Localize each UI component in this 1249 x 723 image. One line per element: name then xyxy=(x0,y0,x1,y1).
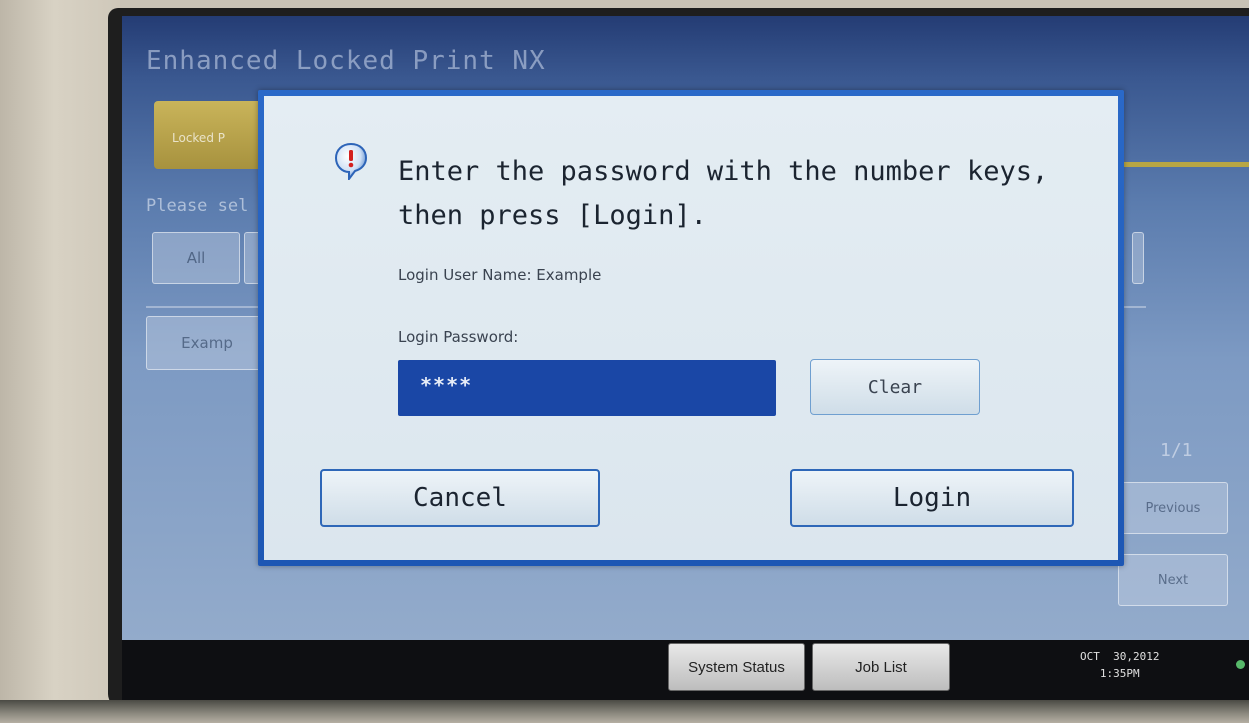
page-indicator: 1/1 xyxy=(1160,440,1193,461)
cancel-button[interactable]: Cancel xyxy=(320,469,600,527)
login-dialog: Enter the password with the number keys,… xyxy=(258,90,1124,566)
filter-all-button[interactable]: All xyxy=(152,232,240,284)
status-indicator-icon xyxy=(1236,660,1245,669)
previous-button[interactable]: Previous xyxy=(1118,482,1228,534)
filter-button-right[interactable] xyxy=(1132,232,1144,284)
date-time: OCT 30,2012 1:35PM xyxy=(1080,648,1159,682)
system-status-button[interactable]: System Status xyxy=(668,643,805,691)
device-bezel-bottom xyxy=(0,700,1249,723)
user-button[interactable]: Examp xyxy=(146,316,268,370)
time-text: 1:35PM xyxy=(1099,667,1140,680)
clear-button[interactable]: Clear xyxy=(810,359,980,415)
login-password-label: Login Password: xyxy=(398,328,519,346)
message-line-1: Enter the password with the number keys, xyxy=(398,156,1049,187)
tab-locked-print[interactable]: Locked P xyxy=(154,101,264,169)
login-user-name-label: Login User Name: Example xyxy=(398,266,602,284)
dialog-body: Enter the password with the number keys,… xyxy=(264,96,1118,560)
message-line-2: then press [Login]. xyxy=(398,200,707,231)
date-text: OCT 30,2012 xyxy=(1080,650,1160,663)
tab-underline xyxy=(1112,162,1249,167)
app-title: Enhanced Locked Print NX xyxy=(146,46,546,76)
next-button[interactable]: Next xyxy=(1118,554,1228,606)
password-input[interactable]: **** xyxy=(398,360,776,416)
dialog-message: Enter the password with the number keys,… xyxy=(398,150,1098,238)
alert-exclamation-icon xyxy=(334,142,368,180)
login-button[interactable]: Login xyxy=(790,469,1074,527)
job-list-button[interactable]: Job List xyxy=(812,643,950,691)
select-prompt: Please sel xyxy=(146,196,249,216)
device-bezel-left xyxy=(0,0,120,723)
